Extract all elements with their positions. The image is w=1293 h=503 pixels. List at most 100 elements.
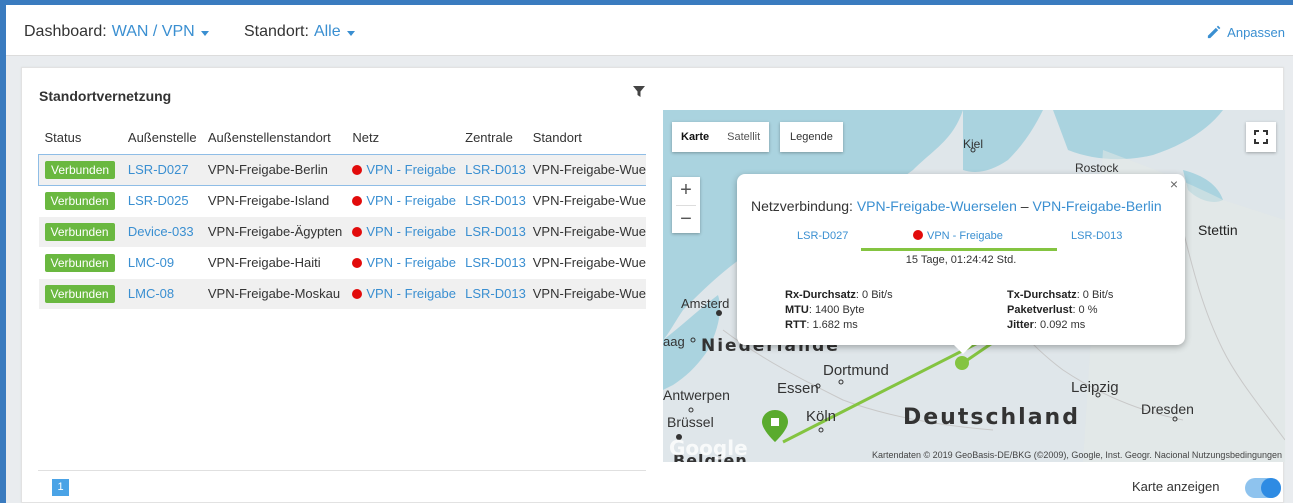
column-header-net[interactable]: Netz: [346, 122, 459, 154]
adjust-button[interactable]: Anpassen: [1206, 25, 1285, 40]
loss-value: : 0 %: [1072, 304, 1098, 316]
tx-value: : 0 Bit/s: [1076, 289, 1114, 301]
rx-label: Rx-Durchsatz: [785, 289, 856, 301]
close-icon[interactable]: ×: [1170, 176, 1178, 192]
branch-link[interactable]: Device-033: [128, 224, 194, 239]
site-cell: VPN-Freigabe-Wue: [526, 184, 646, 216]
net-link[interactable]: VPN - Freigabe: [366, 193, 456, 208]
map-label-essen: Essen: [777, 380, 819, 397]
popup-right-device-link[interactable]: LSR-D013: [1071, 230, 1122, 242]
status-badge: Verbunden: [44, 191, 115, 210]
table-row[interactable]: Verbunden LMC-09 VPN-Freigabe-Haiti VPN …: [38, 246, 646, 278]
popup-net: VPN - Freigabe: [913, 230, 1003, 242]
popup-mtu: MTU: 1400 Byte: [785, 303, 864, 318]
jitter-label: Jitter: [1007, 319, 1034, 331]
map-label-haag: aag: [663, 334, 685, 349]
center-link[interactable]: LSR-D013: [465, 224, 526, 239]
status-badge: Verbunden: [44, 253, 115, 272]
popup-left-device-link[interactable]: LSR-D027: [797, 230, 848, 242]
net-link[interactable]: VPN - Freigabe: [366, 286, 456, 301]
chevron-down-icon: [200, 30, 209, 36]
map-toggle-switch[interactable]: [1245, 478, 1281, 498]
table-row[interactable]: Verbunden Device-033 VPN-Freigabe-Ägypte…: [38, 215, 646, 247]
rtt-value: : 1.682 ms: [806, 319, 858, 331]
status-badge: Verbunden: [45, 160, 116, 179]
map-label-koeln: Köln: [806, 408, 836, 425]
popup-to-link[interactable]: VPN-Freigabe-Berlin: [1032, 198, 1161, 214]
column-header-center[interactable]: Zentrale: [459, 122, 527, 154]
popup-rx: Rx-Durchsatz: 0 Bit/s: [785, 288, 893, 303]
dashboard-selector[interactable]: Dashboard: WAN / VPN: [24, 23, 209, 41]
fullscreen-button[interactable]: [1246, 122, 1276, 152]
pagination-page-button[interactable]: 1: [52, 479, 69, 496]
card-title: Standortvernetzung: [39, 88, 172, 104]
status-badge: Verbunden: [44, 222, 115, 241]
center-link[interactable]: LSR-D013: [465, 162, 526, 177]
map-attribution[interactable]: Kartendaten © 2019 GeoBasis-DE/BKG (©200…: [872, 450, 1282, 460]
popup-rtt: RTT: 1.682 ms: [785, 318, 858, 333]
chevron-down-icon: [346, 30, 355, 36]
net-link[interactable]: VPN - Freigabe: [366, 224, 456, 239]
net-status-dot-icon: [352, 196, 363, 206]
branch-site-cell: VPN-Freigabe-Haiti: [201, 246, 347, 278]
map-label-deutschland: Deutschland: [903, 405, 1080, 430]
mtu-value: : 1400 Byte: [808, 304, 865, 316]
map-legend-button[interactable]: Legende: [780, 122, 843, 152]
pencil-icon: [1208, 25, 1221, 39]
branch-link[interactable]: LMC-09: [128, 255, 174, 270]
branch-site-cell: VPN-Freigabe-Island: [201, 184, 347, 216]
net-link[interactable]: VPN - Freigabe: [366, 255, 456, 270]
table-row[interactable]: Verbunden LMC-08 VPN-Freigabe-Moskau VPN…: [38, 277, 646, 309]
jitter-value: : 0.092 ms: [1033, 319, 1086, 331]
popup-tx: Tx-Durchsatz: 0 Bit/s: [1007, 288, 1113, 303]
popup-from-link[interactable]: VPN-Freigabe-Wuerselen: [857, 198, 1017, 214]
site-value[interactable]: Alle: [314, 23, 341, 41]
branch-site-cell: VPN-Freigabe-Moskau: [201, 277, 347, 309]
zoom-control: + −: [672, 177, 700, 233]
table-row[interactable]: Verbunden LSR-D027 VPN-Freigabe-Berlin V…: [38, 153, 646, 186]
table-row[interactable]: Verbunden LSR-D025 VPN-Freigabe-Island V…: [38, 184, 646, 216]
net-status-dot-icon: [352, 165, 363, 175]
map-type-satellite-button[interactable]: Satellit: [718, 122, 769, 152]
fullscreen-icon: [1254, 130, 1268, 144]
map-label-dresden: Dresden: [1141, 401, 1194, 417]
branch-site-cell: VPN-Freigabe-Berlin: [201, 153, 347, 186]
column-header-branch[interactable]: Außenstelle: [122, 122, 202, 154]
popup-pointer: [953, 344, 973, 354]
connection-info-popup: × Netzverbindung: VPN-Freigabe-Wuerselen…: [737, 174, 1185, 345]
center-link[interactable]: LSR-D013: [465, 286, 526, 301]
center-link[interactable]: LSR-D013: [465, 193, 526, 208]
column-header-branch-site[interactable]: Außenstellenstandort: [202, 122, 346, 154]
site-cell: VPN-Freigabe-Wue: [526, 215, 646, 247]
map-label-rostock: Rostock: [1075, 161, 1119, 175]
dashboard-label: Dashboard:: [24, 23, 107, 40]
branch-link[interactable]: LSR-D027: [128, 162, 189, 177]
toggle-knob: [1261, 478, 1281, 498]
map-label-leipzig: Leipzig: [1071, 379, 1119, 396]
map-label-amsterdam: Amsterd: [681, 296, 729, 311]
top-bar: Dashboard: WAN / VPN Standort: Alle Anpa…: [6, 5, 1293, 56]
map-provider-logo: Google: [669, 436, 748, 460]
dashboard-value[interactable]: WAN / VPN: [112, 23, 195, 41]
map-view[interactable]: Kiel Rostock Stettin Amsterd aag Niederl…: [663, 110, 1285, 462]
popup-net-link[interactable]: VPN - Freigabe: [927, 230, 1003, 242]
net-link[interactable]: VPN - Freigabe: [366, 162, 456, 177]
branch-site-cell: VPN-Freigabe-Ägypten: [201, 215, 347, 247]
table-header: Status Außenstelle Außenstellenstandort …: [39, 122, 647, 154]
adjust-label: Anpassen: [1227, 25, 1285, 40]
map-toggle-label: Karte anzeigen: [1132, 479, 1220, 494]
popup-separator: –: [1020, 198, 1029, 214]
filter-icon[interactable]: [633, 86, 645, 98]
zoom-out-button[interactable]: −: [672, 206, 700, 234]
site-selector[interactable]: Standort: Alle: [244, 23, 355, 41]
zoom-in-button[interactable]: +: [672, 177, 700, 205]
map-type-map-button[interactable]: Karte: [672, 122, 718, 152]
popup-uptime: 15 Tage, 01:24:42 Std.: [905, 254, 1017, 266]
center-link[interactable]: LSR-D013: [465, 255, 526, 270]
column-header-site[interactable]: Standort: [527, 122, 646, 154]
branch-link[interactable]: LMC-08: [128, 286, 174, 301]
branch-link[interactable]: LSR-D025: [128, 193, 189, 208]
column-header-status[interactable]: Status: [39, 122, 122, 154]
net-status-dot-icon: [352, 289, 363, 300]
site-cell: VPN-Freigabe-Wue: [526, 277, 646, 309]
